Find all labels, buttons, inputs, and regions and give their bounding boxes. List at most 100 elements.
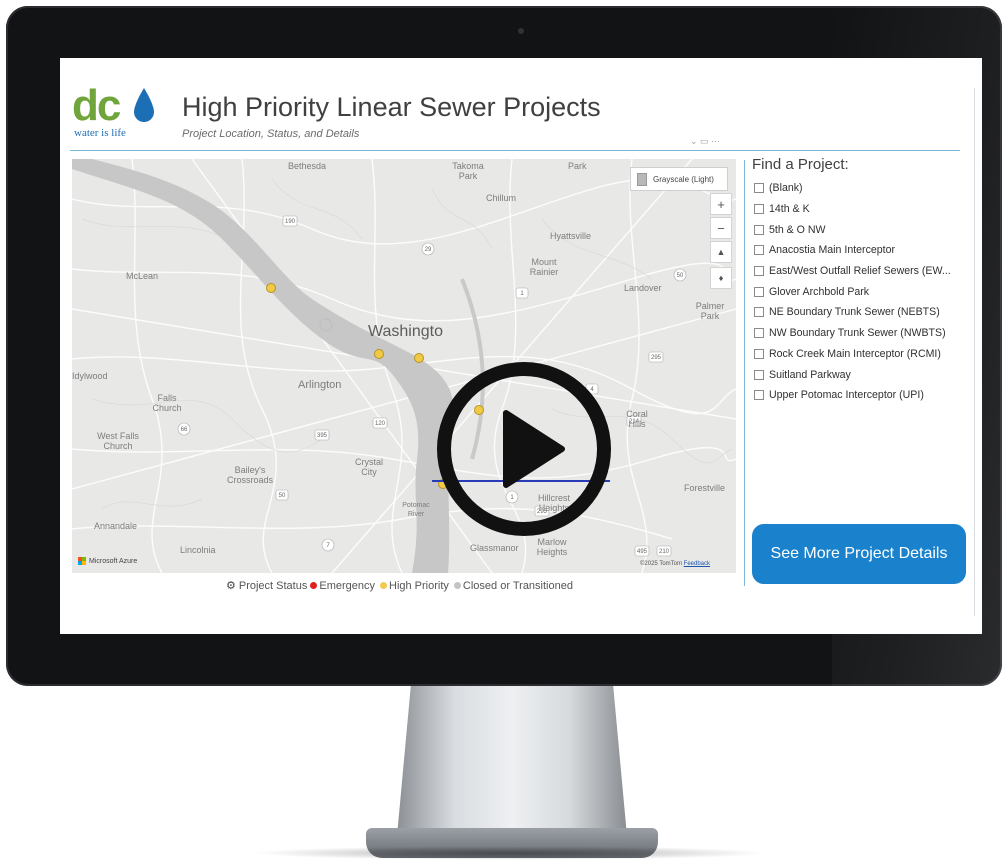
route-shield-label: 395 [317,433,328,439]
route-shield-label: 210 [659,549,670,555]
project-option-label: NW Boundary Trunk Sewer (NWBTS) [769,327,946,340]
map-label-mount-rainier: Mount Rainier [529,257,559,277]
project-pin[interactable] [414,353,424,363]
project-pin[interactable] [374,349,384,359]
route-shield-label: 495 [637,549,648,555]
project-filter-list: (Blank) 14th & K 5th & O NW Anacostia Ma… [754,178,951,406]
project-option[interactable]: NE Boundary Trunk Sewer (NEBTS) [754,302,951,323]
project-option-label: Anacostia Main Interceptor [769,244,896,257]
checkbox[interactable] [754,245,764,256]
checkbox[interactable] [754,204,764,215]
legend-item-closed: Closed or Transitioned [453,579,573,592]
map-label-crystal-city: Crystal City [354,457,383,477]
project-option[interactable]: Anacostia Main Interceptor [754,240,951,261]
project-option-label: Suitland Parkway [769,368,851,381]
route-shield-label: 50 [279,493,286,499]
microsoft-logo-icon [78,557,86,565]
dc-water-logo: dc water is life [72,84,172,154]
map-label-hyattsville: Hyattsville [550,231,592,241]
map-label-marlow-heights: Marlow Heights [536,537,568,557]
route-shield-label: 120 [375,421,386,427]
map-label-potomac-river: Potomac River [402,502,430,518]
project-option[interactable]: Upper Potomac Interceptor (UPI) [754,385,951,406]
project-map[interactable]: 190 29 1 50 295 4 214 395 66 7 50 495 21… [72,159,736,573]
map-label-lincolnia: Lincolnia [180,545,216,555]
legend-item-emergency: Emergency [310,580,375,592]
checkbox[interactable] [754,183,764,194]
header-divider [70,150,960,151]
checkbox[interactable] [754,348,764,359]
map-label-annandale: Annandale [94,521,138,531]
legend-item-high-priority: High Priority [380,580,449,592]
project-option[interactable]: 14th & K [754,199,951,220]
map-label-arlington: Arlington [298,379,342,391]
project-option-label: (Blank) [769,182,803,195]
visual-header-icons[interactable]: ⌄ ▭ ⋯ [690,136,720,147]
basemap-style-label: Grayscale (Light) [653,174,714,184]
project-option-label: East/West Outfall Relief Sewers (EW... [769,265,951,278]
checkbox[interactable] [754,390,764,401]
logo-wordmark: dc [72,81,121,130]
video-play-icon[interactable] [434,359,614,539]
project-option-label: Glover Archbold Park [769,285,870,298]
closed-dot-icon [453,582,461,589]
map-label-bethesda: Bethesda [288,161,327,171]
map-legend: ⚙ Project Status Emergency High Priority… [226,579,575,593]
project-option[interactable]: 5th & O NW [754,219,951,240]
project-option[interactable]: Rock Creek Main Interceptor (RCMI) [754,344,951,365]
map-label-glassmanor: Glassmanor [470,543,519,553]
map-label-coral-hills: Coral Hills [626,409,648,429]
project-filter-title: Find a Project: [752,156,849,173]
route-shield-label: 29 [425,247,432,253]
legend-label: Emergency [319,579,375,592]
checkbox[interactable] [754,224,764,235]
zoom-out-button[interactable]: − [710,217,732,239]
checkbox[interactable] [754,369,764,380]
map-label-falls-church: Falls Church [152,393,182,413]
project-option[interactable]: Glover Archbold Park [754,281,951,302]
emergency-dot-icon [310,582,318,589]
map-label-idylwood: Idylwood [72,371,108,381]
see-more-details-button[interactable]: See More Project Details [752,524,966,584]
map-label-chillum: Chillum [486,193,517,203]
report-screen: dc water is life High Priority Linear Se… [60,58,982,634]
map-attribution: ©2025 TomTom Feedback [640,561,710,567]
project-option-label: Rock Creek Main Interceptor (RCMI) [769,347,941,360]
project-option-label: 14th & K [769,203,810,216]
map-provider-badge: Microsoft Azure [78,557,137,565]
legend-label: Closed or Transitioned [462,579,573,592]
map-label-forestville: Forestville [684,483,726,493]
map-label-park: Park [568,161,587,171]
webcam-dot [518,28,524,34]
map-feedback-link[interactable]: Feedback [684,561,710,567]
page-subtitle: Project Location, Status, and Details [182,128,360,140]
zoom-in-button[interactable]: + [710,193,732,215]
project-option-label: Upper Potomac Interceptor (UPI) [769,389,924,402]
checkbox[interactable] [754,307,764,318]
compass-icon[interactable]: ♦ [710,267,732,289]
basemap-swatch-icon [637,172,647,186]
high-priority-dot-icon [380,582,387,589]
page-title: High Priority Linear Sewer Projects [182,92,601,122]
basemap-style-button[interactable]: Grayscale (Light) [630,167,728,191]
checkbox[interactable] [754,266,764,277]
map-label-landover: Landover [624,283,662,293]
legend-label: High Priority [389,579,449,592]
project-option-label: NE Boundary Trunk Sewer (NEBTS) [769,306,940,319]
project-option[interactable]: East/West Outfall Relief Sewers (EW... [754,261,951,282]
panel-divider [744,160,745,586]
project-option[interactable]: NW Boundary Trunk Sewer (NWBTS) [754,323,951,344]
route-shield-label: 66 [181,427,188,433]
water-drop-icon [134,88,154,122]
stand-shadow [250,846,770,860]
project-option[interactable]: (Blank) [754,178,951,199]
checkbox[interactable] [754,286,764,297]
project-option-label: 5th & O NW [769,223,826,236]
map-label-washington: Washingto [368,323,443,340]
project-pin[interactable] [266,283,276,293]
project-option[interactable]: Suitland Parkway [754,364,951,385]
map-label-west-falls-church: West Falls Church [97,431,139,451]
checkbox[interactable] [754,328,764,339]
pitch-icon[interactable]: ▲ [710,241,732,263]
page-edge-rule [974,88,975,616]
